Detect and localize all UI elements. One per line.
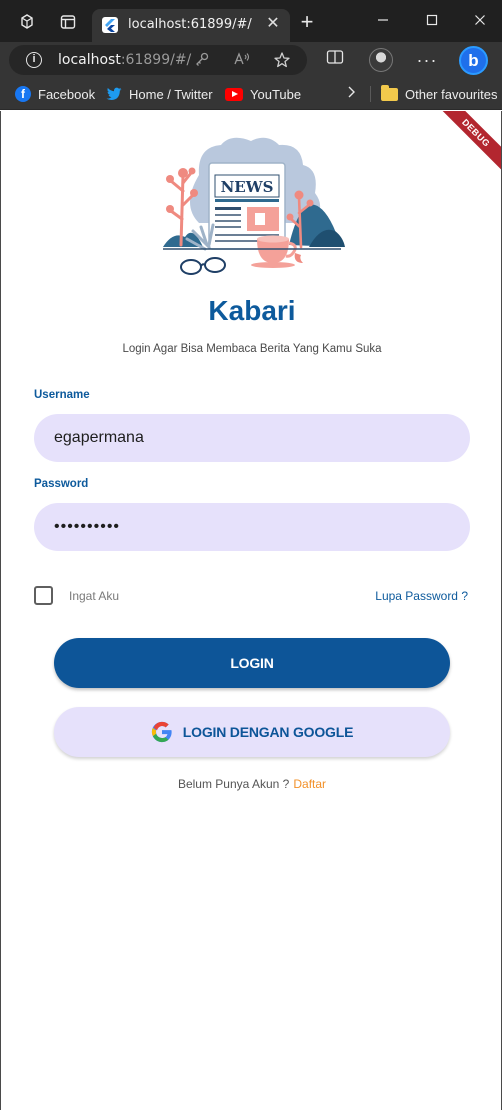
news-heading-text: NEWS (221, 178, 274, 196)
close-tab-icon[interactable]: ✕ (264, 15, 282, 33)
username-input[interactable] (34, 414, 470, 462)
more-options-icon[interactable]: ··· (416, 49, 438, 71)
maximize-icon[interactable] (420, 10, 444, 32)
remember-me-label: Ingat Aku (69, 589, 120, 603)
register-link[interactable]: Daftar (293, 777, 326, 791)
bookmarks-bar: f Facebook Home / Twitter YouTube Other … (0, 78, 502, 110)
login-button[interactable]: LOGIN (54, 638, 450, 688)
bookmark-label: Home / Twitter (129, 86, 213, 102)
bookmark-youtube[interactable]: YouTube (225, 85, 301, 103)
twitter-icon (106, 87, 122, 101)
password-label: Password (34, 478, 89, 490)
login-subtitle: Login Agar Bisa Membaca Berita Yang Kamu… (122, 343, 382, 355)
facebook-icon: f (15, 86, 31, 102)
address-bar-row: i localhost:61899/#/ ··· b (0, 42, 502, 78)
site-info-icon[interactable]: i (26, 52, 42, 68)
close-window-icon[interactable] (468, 10, 492, 32)
news-illustration: NEWS (163, 137, 345, 275)
username-label: Username (34, 389, 90, 401)
youtube-icon (225, 87, 243, 101)
chevron-right-icon[interactable] (346, 85, 356, 104)
bookmark-label: Facebook (38, 86, 96, 102)
browser-tab[interactable]: localhost:61899/#/ ✕ (92, 9, 290, 42)
app-title: Kabari (208, 295, 296, 326)
new-tab-icon[interactable]: + (296, 11, 318, 34)
tab-actions-icon[interactable] (55, 9, 81, 35)
key-icon[interactable] (193, 51, 211, 69)
bing-copilot-icon[interactable]: b (459, 46, 488, 75)
bookmarks-divider (370, 86, 371, 102)
favorite-star-icon[interactable] (273, 51, 291, 69)
remember-me-checkbox[interactable] (34, 586, 53, 605)
other-favourites[interactable]: Other favourites (381, 84, 498, 103)
bookmark-label: YouTube (250, 86, 302, 102)
flutter-favicon-icon (102, 17, 118, 33)
browser-titlebar: localhost:61899/#/ ✕ + (0, 0, 502, 42)
bookmark-facebook[interactable]: f Facebook (15, 85, 95, 103)
google-login-button[interactable]: LOGIN DENGAN GOOGLE (54, 707, 450, 757)
google-button-label: LOGIN DENGAN GOOGLE (182, 724, 354, 740)
debug-banner: DEBUG (431, 111, 501, 178)
no-account-text: Belum Punya Akun ? (177, 777, 290, 791)
url-text[interactable]: localhost:61899/#/ (58, 52, 191, 68)
split-screen-icon[interactable] (324, 49, 346, 71)
google-icon (151, 721, 172, 743)
tab-title: localhost:61899/#/ (128, 17, 252, 32)
login-button-label: LOGIN (230, 655, 274, 671)
workspaces-icon[interactable] (14, 9, 40, 35)
app-viewport: DEBUG NEWS Kabari Login Agar Bisa Membac… (0, 111, 502, 1110)
password-input[interactable] (34, 503, 470, 551)
profile-avatar[interactable] (369, 48, 393, 72)
bookmark-twitter[interactable]: Home / Twitter (106, 85, 213, 103)
address-bar[interactable]: i localhost:61899/#/ (9, 45, 307, 75)
forgot-password-link[interactable]: Lupa Password ? (375, 589, 468, 603)
other-favourites-label: Other favourites (405, 86, 498, 102)
folder-icon (381, 84, 398, 101)
read-aloud-icon[interactable] (233, 51, 251, 69)
register-prompt: Belum Punya Akun ? Daftar (1, 777, 501, 791)
minimize-icon[interactable] (371, 10, 395, 32)
